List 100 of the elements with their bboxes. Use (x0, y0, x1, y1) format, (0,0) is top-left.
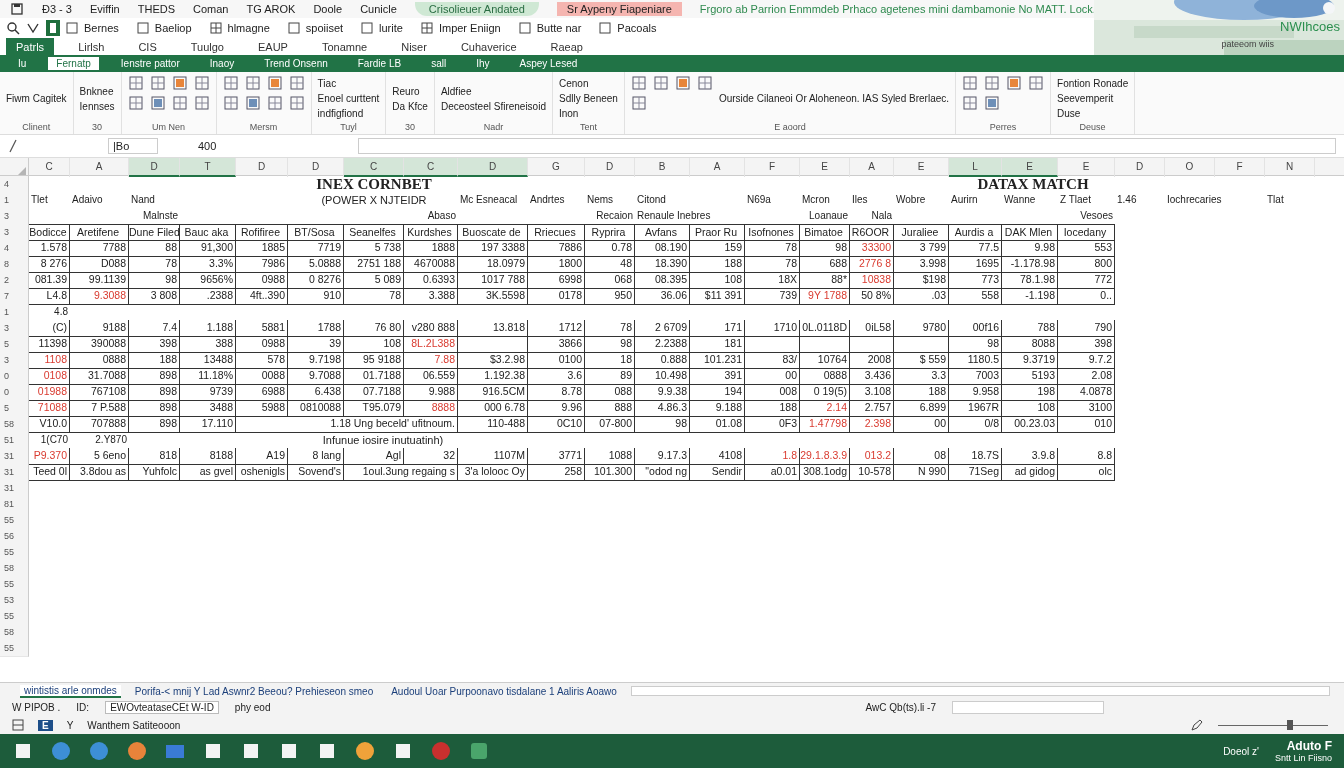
square-icon[interactable] (518, 22, 531, 34)
menu-tab[interactable]: Lirlsh (68, 38, 115, 55)
ribbon-button[interactable]: Duse (1057, 108, 1129, 119)
toolbar-item[interactable]: Imper Eniign (438, 22, 501, 34)
taskbar-app-icon[interactable] (126, 740, 148, 762)
grid-icon[interactable] (12, 719, 24, 731)
save-icon[interactable] (10, 2, 24, 16)
tool-icon[interactable] (288, 95, 305, 111)
ribbon-tab[interactable]: Ihy (468, 57, 498, 70)
sheet-tab[interactable]: wintistis arle onmdes (20, 684, 121, 698)
tool-icon[interactable] (266, 75, 283, 91)
tool-icon[interactable] (630, 75, 647, 91)
column-header[interactable]: C (404, 158, 458, 177)
tool-icon[interactable] (244, 75, 261, 91)
tool-icon[interactable] (149, 75, 166, 91)
toolbar-item[interactable]: spoiiset (305, 22, 344, 34)
menu-tab[interactable]: EAUP (248, 38, 298, 55)
formula-field[interactable] (358, 138, 1336, 154)
square-icon[interactable] (136, 22, 149, 34)
ribbon-tab[interactable]: sall (423, 57, 455, 70)
column-header[interactable]: A (850, 158, 894, 177)
tool-icon[interactable] (674, 75, 691, 91)
menu-tab[interactable]: Tonamne (311, 38, 378, 55)
ribbon-tab[interactable]: Iu (10, 57, 35, 70)
checkmark-icon[interactable] (26, 21, 40, 35)
title-bar-item[interactable]: Eviffin (89, 3, 120, 15)
ribbon-button[interactable]: Enoel curttent (317, 93, 380, 104)
ribbon-button[interactable]: Sdlly Beneen (558, 93, 618, 104)
toolbar-item[interactable]: Bernes (84, 22, 119, 34)
column-header[interactable]: F (1215, 158, 1265, 177)
ribbon-button[interactable]: Bnknee (79, 85, 115, 97)
ribbon-button[interactable]: Fiwm Cagitek (6, 93, 67, 104)
ribbon-tab[interactable]: Fernatp (48, 57, 99, 70)
toolbar-item[interactable]: Baeliop (154, 22, 192, 34)
ribbon-button[interactable]: Iennses (79, 100, 115, 112)
tool-icon[interactable] (149, 95, 166, 111)
ribbon-button[interactable]: indfigfiond (317, 108, 380, 119)
column-header[interactable]: L (949, 158, 1002, 177)
title-bar-item[interactable]: Coman (193, 3, 229, 15)
column-header[interactable]: E (1002, 158, 1058, 177)
tool-icon[interactable] (266, 95, 283, 111)
ribbon-button[interactable]: Inon (558, 108, 618, 119)
column-header[interactable]: N (1265, 158, 1315, 177)
column-header[interactable]: C (344, 158, 404, 177)
tool-icon[interactable] (127, 75, 144, 91)
column-header[interactable]: F (745, 158, 800, 177)
column-header[interactable]: A (690, 158, 745, 177)
status-field[interactable] (952, 701, 1104, 714)
ribbon-button[interactable]: Ourside Cilaneoi Or Aloheneon. IAS Syled Brerlaec. (718, 93, 950, 104)
grid-icon[interactable] (209, 22, 222, 34)
sheet-tab[interactable]: Porifa-< mnij Y Lad Aswnr2 Beeou? Prehieseon smeo (130, 685, 378, 697)
title-bar-item[interactable]: Ð3 - 3 (42, 3, 72, 15)
status-key[interactable]: Y (66, 719, 74, 731)
title-bar-item[interactable]: TG AROK (246, 3, 296, 15)
column-header[interactable]: C (29, 158, 70, 177)
ribbon-tab[interactable]: Ienstre pattor (112, 57, 188, 70)
tool-icon[interactable] (1006, 75, 1023, 91)
column-header[interactable]: D (1115, 158, 1165, 177)
zoom-thumb[interactable] (1286, 720, 1293, 730)
tool-icon[interactable] (288, 75, 305, 91)
pen-icon[interactable] (1190, 718, 1204, 732)
ribbon-tab[interactable]: Fardie LB (349, 57, 410, 70)
tool-icon[interactable] (222, 75, 239, 91)
tool-icon[interactable] (962, 75, 979, 91)
square-icon[interactable] (599, 22, 612, 34)
ribbon-button[interactable]: Tiac (317, 78, 380, 89)
column-header[interactable]: D (585, 158, 635, 177)
column-header[interactable]: D (458, 158, 528, 177)
title-bar-item[interactable]: THEDS (137, 3, 175, 15)
square-icon[interactable] (361, 22, 374, 34)
menu-tab[interactable]: Raeap (540, 38, 593, 55)
taskbar-app-icon[interactable] (354, 740, 376, 762)
status-key[interactable]: E (38, 719, 53, 731)
toolbar-item[interactable]: hlmagne (227, 22, 270, 34)
tool-icon[interactable] (984, 75, 1001, 91)
title-bar-item[interactable]: Cunicle (360, 3, 397, 15)
ribbon-button[interactable]: Aldfiee (440, 85, 546, 97)
ribbon-button[interactable]: Fontion Ronade (1057, 78, 1129, 89)
ribbon-button[interactable]: Seevemperit (1057, 93, 1129, 104)
ribbon-tab[interactable]: Inaoy (201, 57, 243, 70)
formula-value[interactable]: 400 (168, 140, 328, 152)
tool-icon[interactable] (193, 75, 210, 91)
name-box[interactable]: |Bo (108, 138, 158, 154)
menu-tab[interactable]: Niser (391, 38, 437, 55)
column-header[interactable]: O (1165, 158, 1215, 177)
tool-icon[interactable] (127, 95, 144, 111)
ribbon-tab[interactable]: Trend Onsenn (256, 57, 336, 70)
menu-tab[interactable]: Cuhaverice (450, 38, 527, 55)
ribbon-tab[interactable]: Aspey Lesed (511, 57, 586, 70)
tool-icon[interactable] (696, 75, 713, 91)
title-bar-item[interactable]: Doole (313, 3, 343, 15)
tool-icon[interactable] (630, 95, 647, 111)
tool-icon[interactable] (652, 75, 669, 91)
column-header[interactable]: D (236, 158, 288, 177)
toolbar-item[interactable]: Pacoals (617, 22, 657, 34)
menu-tab[interactable]: Patrls (6, 38, 55, 55)
tool-icon[interactable] (1028, 75, 1045, 91)
ribbon-button[interactable]: Da Kfce (392, 100, 428, 112)
column-header[interactable]: G (528, 158, 585, 177)
tool-icon[interactable] (244, 95, 261, 111)
